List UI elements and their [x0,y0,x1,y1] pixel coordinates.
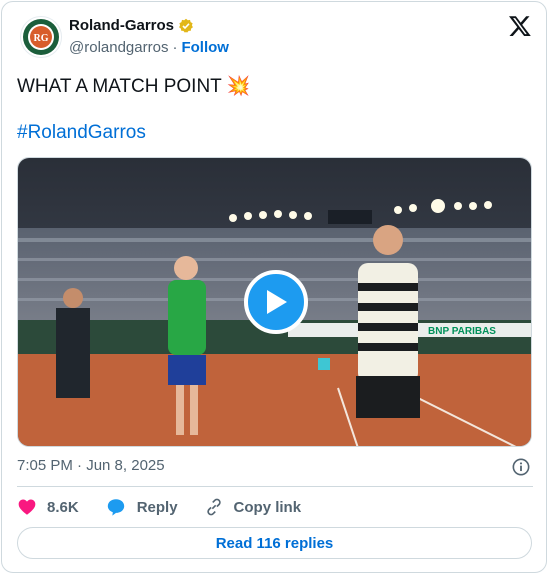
roland-garros-logo-icon: RG [23,19,59,55]
reply-label: Reply [136,498,178,516]
play-icon [267,290,287,314]
read-replies-button[interactable]: Read 116 replies [17,527,532,559]
separator-dot: · [172,39,178,56]
tweet-text: WHAT A MATCH POINT 💥 [17,74,250,98]
play-button[interactable] [244,270,308,334]
info-icon[interactable] [512,458,530,476]
action-bar: 8.6K Reply Copy link [17,497,327,517]
verified-badge-icon [179,18,193,33]
reply-button[interactable]: Reply [105,497,178,517]
collision-emoji-icon: 💥 [226,76,251,97]
author-name[interactable]: Roland-Garros [69,17,174,34]
follow-button[interactable]: Follow [181,39,229,56]
video-player[interactable]: nfosys BNP PARIBAS [17,157,532,447]
svg-text:RG: RG [34,33,49,44]
author-handle[interactable]: @rolandgarros [69,39,168,56]
like-count: 8.6K [47,498,79,516]
avatar[interactable]: RG [20,16,62,58]
banner-sponsor-2: BNP PARIBAS [428,326,496,337]
like-button[interactable]: 8.6K [17,497,79,517]
tweet-text-content: WHAT A MATCH POINT [17,76,222,97]
copy-link-label: Copy link [233,498,302,516]
speech-bubble-icon [107,499,124,516]
heart-icon [18,499,36,515]
divider [17,486,533,487]
x-logo-icon[interactable] [508,14,532,38]
link-icon [206,498,221,516]
hashtag-link[interactable]: #RolandGarros [17,122,146,144]
tweet-timestamp[interactable]: 7:05 PM · Jun 8, 2025 [17,457,165,474]
copy-link-button[interactable]: Copy link [204,497,302,517]
